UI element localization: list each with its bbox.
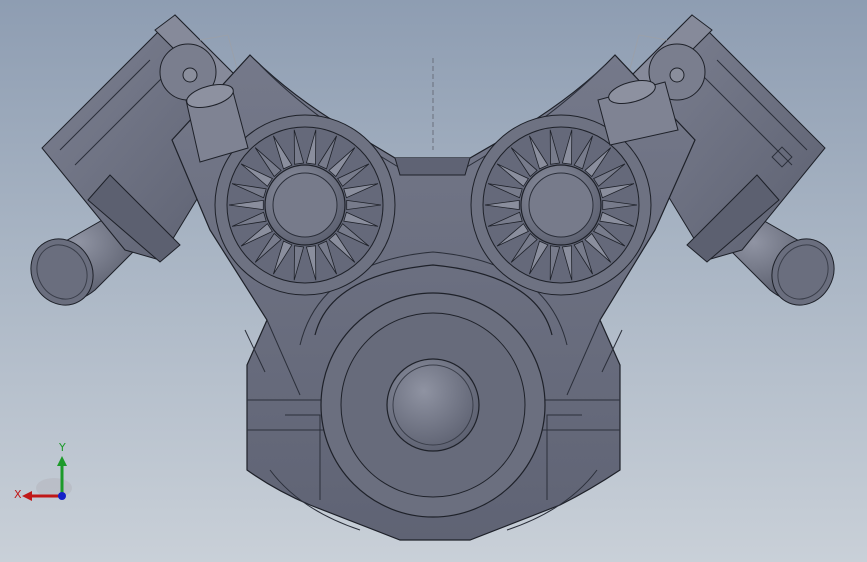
z-axis-dot — [58, 492, 66, 500]
y-axis-arrowhead — [57, 456, 67, 466]
crankshaft-pulley — [320, 292, 546, 518]
y-axis-label: Y — [58, 441, 66, 454]
x-axis-label: X — [14, 488, 22, 501]
graphics-viewport[interactable]: Y X — [0, 0, 867, 562]
engine-model[interactable] — [0, 0, 867, 562]
coordinate-triad: Y X — [14, 441, 72, 501]
x-axis-arrowhead — [22, 491, 32, 501]
